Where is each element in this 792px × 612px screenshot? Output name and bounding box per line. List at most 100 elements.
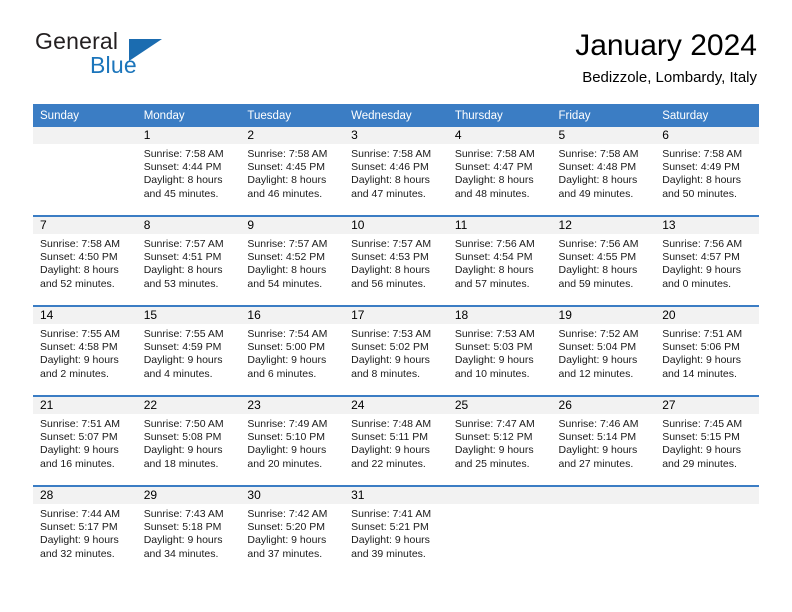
day-number: 9	[240, 217, 345, 234]
page-title: January 2024	[575, 29, 757, 62]
daylight-text-line2: and 14 minutes.	[662, 367, 737, 380]
sunset-text: Sunset: 5:08 PM	[143, 431, 222, 444]
sunrise-text: Sunrise: 7:58 AM	[40, 238, 120, 250]
sunset-text: Sunset: 5:21 PM	[351, 521, 429, 534]
sunrise-text: Sunrise: 7:56 AM	[454, 238, 535, 250]
day-cell[interactable]: 4 Sunrise: 7:58 AM Sunset: 4:47 PM Daylight…	[447, 127, 552, 215]
day-number: 18	[447, 307, 552, 324]
sunset-text: Sunset: 4:47 PM	[454, 161, 533, 174]
brand-logo[interactable]: General Blue	[35, 28, 275, 88]
daylight-text-line1: Daylight: 9 hours	[662, 264, 742, 277]
daylight-text-line2: and 47 minutes.	[351, 187, 426, 200]
daylight-text-line1: Daylight: 8 hours	[143, 264, 223, 277]
sunrise-text: Sunrise: 7:42 AM	[247, 508, 328, 520]
day-cell[interactable]: 8 Sunrise: 7:57 AM Sunset: 4:51 PM Daylight…	[136, 217, 241, 305]
day-cell[interactable]: 5 Sunrise: 7:58 AM Sunset: 4:48 PM Daylight…	[551, 127, 656, 215]
day-cell[interactable]: 1 Sunrise: 7:58 AM Sunset: 4:44 PM Daylight…	[136, 127, 241, 215]
title-block: January 2024 Bedizzole, Lombardy, Italy	[575, 28, 757, 87]
daylight-text-line1: Daylight: 8 hours	[662, 174, 742, 187]
daylight-text-line1: Daylight: 8 hours	[454, 264, 534, 277]
sunset-text: Sunset: 4:46 PM	[351, 161, 429, 174]
day-details: Sunrise: 7:45 AM Sunset: 5:15 PM Daylight:…	[655, 414, 759, 471]
calendar-week-row: 14 Sunrise: 7:55 AM Sunset: 4:58 PM Dayligh…	[33, 305, 759, 396]
daylight-text-line1: Daylight: 9 hours	[454, 354, 534, 367]
day-cell[interactable]: 24 Sunrise: 7:48 AM Sunset: 5:11 PM Dayligh…	[344, 397, 448, 485]
sunset-text: Sunset: 5:15 PM	[662, 431, 740, 444]
calendar-week-row: 7 Sunrise: 7:58 AM Sunset: 4:50 PM Daylight…	[33, 215, 759, 306]
calendar-week-row: 28 Sunrise: 7:44 AM Sunset: 5:17 PM Dayligh…	[33, 485, 759, 575]
day-cell[interactable]: 18 Sunrise: 7:53 AM Sunset: 5:03 PM Dayligh…	[447, 307, 552, 395]
day-cell[interactable]: 15 Sunrise: 7:55 AM Sunset: 4:59 PM Dayligh…	[136, 307, 241, 395]
daylight-text-line1: Daylight: 8 hours	[351, 264, 430, 277]
day-details: Sunrise: 7:52 AM Sunset: 5:04 PM Daylight:…	[552, 324, 656, 381]
day-cell[interactable]: 30 Sunrise: 7:42 AM Sunset: 5:20 PM Dayligh…	[240, 487, 345, 575]
sunset-text: Sunset: 5:18 PM	[143, 521, 222, 534]
sunrise-text: Sunrise: 7:55 AM	[143, 328, 224, 340]
day-number: 30	[240, 487, 345, 504]
sunrise-text: Sunrise: 7:48 AM	[351, 418, 432, 430]
day-details: Sunrise: 7:43 AM Sunset: 5:18 PM Daylight:…	[137, 504, 241, 561]
day-cell[interactable]: 10 Sunrise: 7:57 AM Sunset: 4:53 PM Dayligh…	[344, 217, 448, 305]
day-cell[interactable]: 11 Sunrise: 7:56 AM Sunset: 4:54 PM Dayligh…	[447, 217, 552, 305]
brand-name-general: General	[35, 28, 119, 54]
day-number: 17	[344, 307, 448, 324]
day-cell-empty	[655, 487, 759, 575]
day-cell[interactable]: 16 Sunrise: 7:54 AM Sunset: 5:00 PM Dayligh…	[240, 307, 345, 395]
day-cell[interactable]: 3 Sunrise: 7:58 AM Sunset: 4:46 PM Daylight…	[344, 127, 448, 215]
day-details: Sunrise: 7:56 AM Sunset: 4:57 PM Daylight:…	[655, 234, 759, 291]
sunset-text: Sunset: 4:45 PM	[247, 161, 326, 174]
daylight-text-line2: and 20 minutes.	[247, 457, 323, 470]
daylight-text-line1: Daylight: 9 hours	[558, 444, 638, 457]
day-details: Sunrise: 7:58 AM Sunset: 4:48 PM Daylight:…	[552, 144, 656, 201]
day-details: Sunrise: 7:53 AM Sunset: 5:02 PM Daylight:…	[344, 324, 448, 381]
day-cell[interactable]: 19 Sunrise: 7:52 AM Sunset: 5:04 PM Dayligh…	[551, 307, 656, 395]
daylight-text-line2: and 45 minutes.	[143, 187, 219, 200]
day-cell[interactable]: 2 Sunrise: 7:58 AM Sunset: 4:45 PM Daylight…	[240, 127, 345, 215]
day-cell[interactable]: 7 Sunrise: 7:58 AM Sunset: 4:50 PM Daylight…	[33, 217, 137, 305]
sunset-text: Sunset: 5:02 PM	[351, 341, 429, 354]
day-cell[interactable]: 27 Sunrise: 7:45 AM Sunset: 5:15 PM Dayligh…	[655, 397, 759, 485]
day-cell-empty	[551, 487, 656, 575]
sunrise-text: Sunrise: 7:53 AM	[454, 328, 535, 340]
daylight-text-line2: and 53 minutes.	[143, 277, 219, 290]
day-cell[interactable]: 23 Sunrise: 7:49 AM Sunset: 5:10 PM Dayligh…	[240, 397, 345, 485]
day-cell[interactable]: 21 Sunrise: 7:51 AM Sunset: 5:07 PM Dayligh…	[33, 397, 137, 485]
daylight-text-line1: Daylight: 8 hours	[143, 174, 223, 187]
daylight-text-line2: and 39 minutes.	[351, 547, 426, 560]
brand-name-blue: Blue	[90, 52, 137, 78]
day-cell[interactable]: 25 Sunrise: 7:47 AM Sunset: 5:12 PM Dayligh…	[447, 397, 552, 485]
daylight-text-line1: Daylight: 9 hours	[351, 354, 430, 367]
sunrise-text: Sunrise: 7:49 AM	[247, 418, 328, 430]
day-cell[interactable]: 14 Sunrise: 7:55 AM Sunset: 4:58 PM Dayligh…	[33, 307, 137, 395]
daylight-text-line2: and 12 minutes.	[558, 367, 634, 380]
sunrise-text: Sunrise: 7:44 AM	[40, 508, 120, 520]
day-cell[interactable]: 17 Sunrise: 7:53 AM Sunset: 5:02 PM Dayligh…	[344, 307, 448, 395]
day-cell[interactable]: 20 Sunrise: 7:51 AM Sunset: 5:06 PM Dayligh…	[655, 307, 759, 395]
day-cell[interactable]: 6 Sunrise: 7:58 AM Sunset: 4:49 PM Daylight…	[655, 127, 759, 215]
calendar-page: General Blue January 2024 Bedizzole, Lom…	[0, 0, 792, 612]
sunrise-text: Sunrise: 7:53 AM	[351, 328, 432, 340]
daylight-text-line2: and 37 minutes.	[247, 547, 323, 560]
day-cell[interactable]: 26 Sunrise: 7:46 AM Sunset: 5:14 PM Dayligh…	[551, 397, 656, 485]
weekday-header-saturday: Saturday	[655, 104, 759, 127]
daylight-text-line2: and 18 minutes.	[143, 457, 219, 470]
day-number	[551, 487, 656, 504]
day-cell[interactable]: 28 Sunrise: 7:44 AM Sunset: 5:17 PM Dayligh…	[33, 487, 137, 575]
daylight-text-line2: and 4 minutes.	[143, 367, 213, 380]
day-cell[interactable]: 9 Sunrise: 7:57 AM Sunset: 4:52 PM Daylight…	[240, 217, 345, 305]
day-cell[interactable]: 29 Sunrise: 7:43 AM Sunset: 5:18 PM Dayligh…	[136, 487, 241, 575]
day-cell[interactable]: 31 Sunrise: 7:41 AM Sunset: 5:21 PM Dayligh…	[344, 487, 448, 575]
day-details: Sunrise: 7:55 AM Sunset: 4:59 PM Daylight:…	[137, 324, 241, 381]
sunset-text: Sunset: 4:57 PM	[662, 251, 740, 264]
day-cell[interactable]: 22 Sunrise: 7:50 AM Sunset: 5:08 PM Dayligh…	[136, 397, 241, 485]
daylight-text-line1: Daylight: 8 hours	[351, 174, 430, 187]
daylight-text-line2: and 22 minutes.	[351, 457, 426, 470]
daylight-text-line2: and 54 minutes.	[247, 277, 323, 290]
day-number: 1	[136, 127, 241, 144]
day-cell[interactable]: 13 Sunrise: 7:56 AM Sunset: 4:57 PM Dayligh…	[655, 217, 759, 305]
day-number: 6	[655, 127, 759, 144]
daylight-text-line2: and 46 minutes.	[247, 187, 323, 200]
weekday-header-friday: Friday	[551, 104, 656, 127]
day-cell[interactable]: 12 Sunrise: 7:56 AM Sunset: 4:55 PM Dayligh…	[551, 217, 656, 305]
daylight-text-line1: Daylight: 8 hours	[454, 174, 534, 187]
